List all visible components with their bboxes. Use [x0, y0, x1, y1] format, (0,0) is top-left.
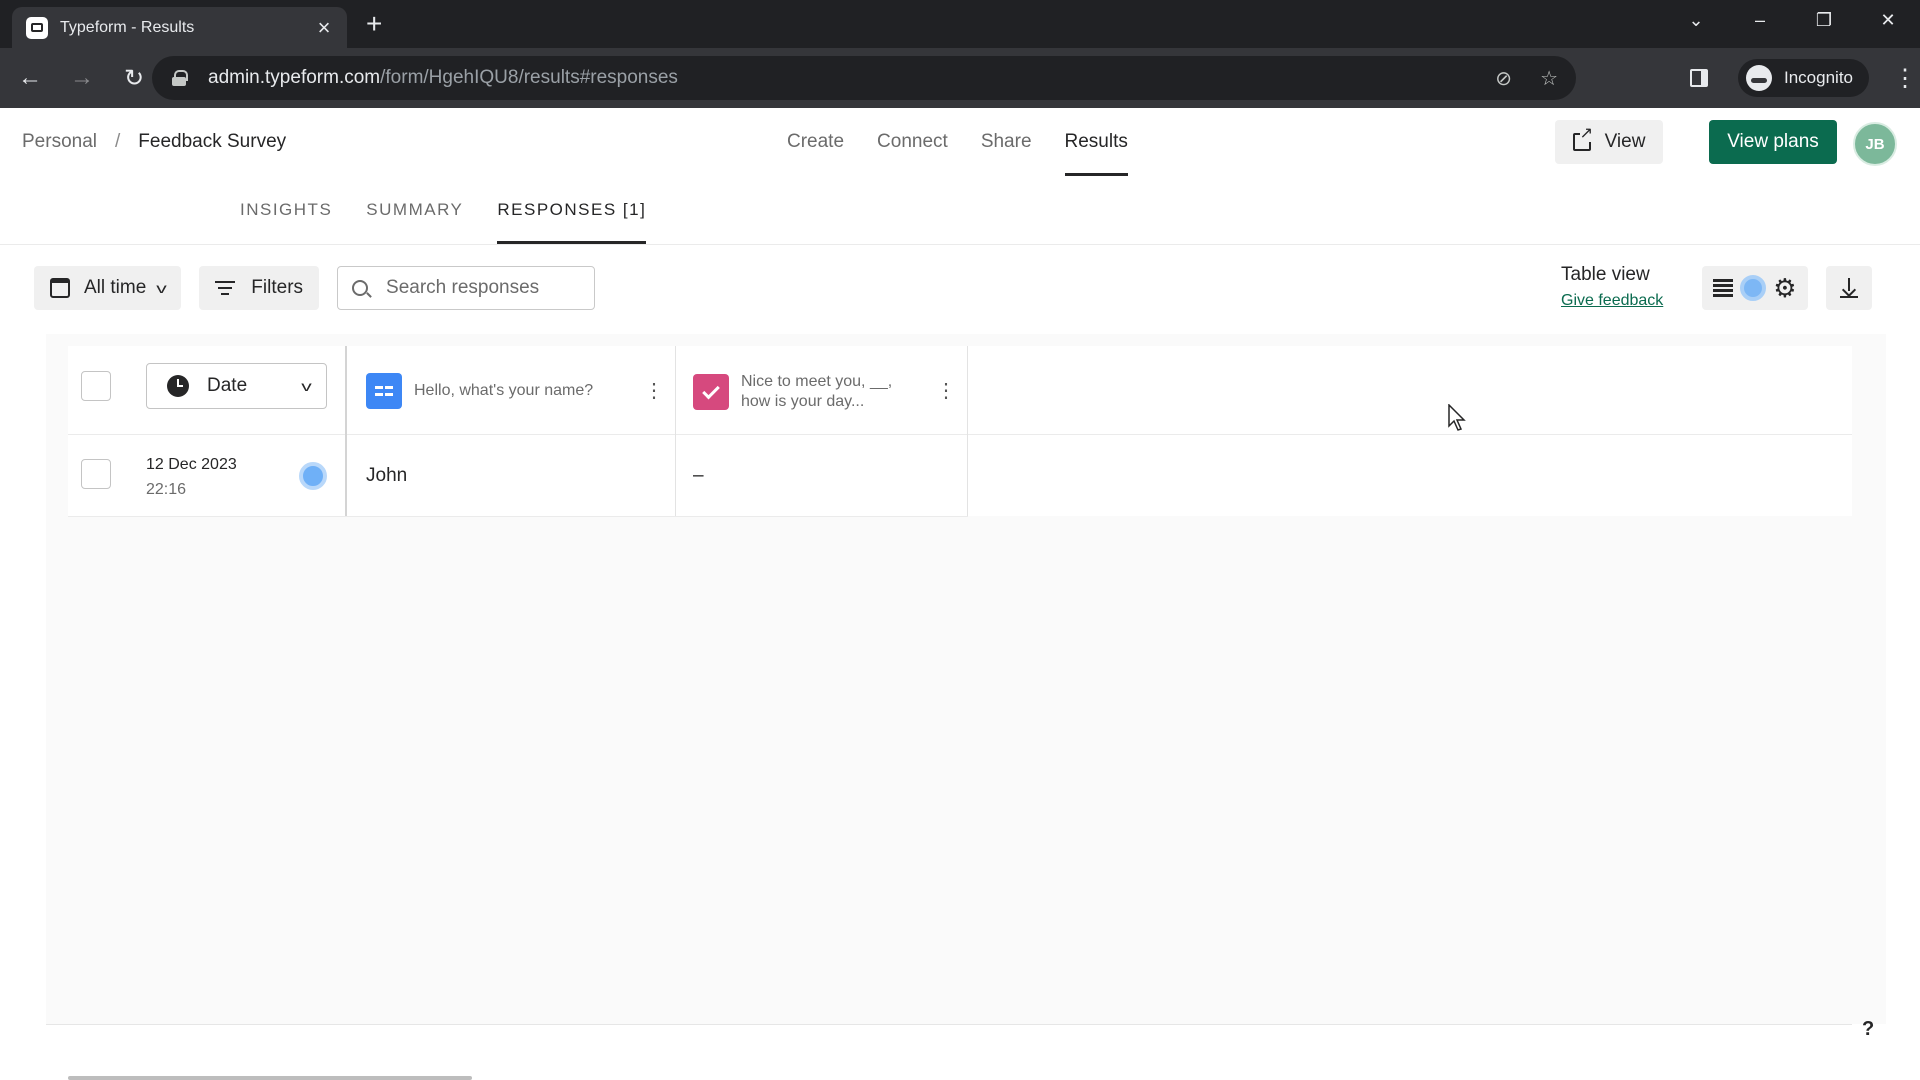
column-menu-icon[interactable]: ⋮	[936, 381, 956, 401]
view-plans-button[interactable]: View plans	[1709, 120, 1837, 164]
lock-icon[interactable]	[172, 70, 188, 86]
table-row-divider	[68, 516, 968, 517]
tab-summary[interactable]: SUMMARY	[366, 176, 463, 244]
column-menu-icon[interactable]: ⋮	[644, 381, 664, 401]
tab-title: Typeform - Results	[60, 18, 195, 36]
nav-create[interactable]: Create	[787, 108, 844, 176]
reload-icon[interactable]: ↻	[112, 56, 156, 100]
results-subtabs: INSIGHTS SUMMARY RESPONSES [1]	[240, 176, 680, 244]
breadcrumb-personal[interactable]: Personal	[22, 131, 97, 153]
external-link-icon	[1572, 126, 1593, 151]
main-nav: Create Connect Share Results	[787, 108, 1161, 176]
column-label-line2: how is your day...	[741, 393, 865, 410]
toggle-knob[interactable]	[1740, 275, 1767, 301]
short-text-icon	[366, 373, 402, 409]
response-date[interactable]: 12 Dec 2023 22:16	[146, 452, 237, 502]
app-header: Personal / Feedback Survey Create Connec…	[0, 108, 1920, 176]
url-host: admin.typeform.com	[208, 67, 381, 88]
column-header-name[interactable]: Hello, what's your name?	[366, 373, 593, 409]
view-form-label: View	[1604, 131, 1646, 152]
side-panel-icon[interactable]	[1690, 69, 1708, 87]
column-divider	[345, 346, 347, 516]
incognito-label: Incognito	[1784, 68, 1853, 87]
filter-icon	[215, 281, 236, 295]
window-controls: ⌄ – ❐ ✕	[1664, 0, 1920, 40]
search-input[interactable]	[386, 277, 587, 299]
filters-button[interactable]: Filters	[199, 266, 320, 310]
table-bottom-divider	[46, 1024, 1852, 1025]
responses-table	[68, 346, 1852, 516]
gear-icon[interactable]: ⚙	[1773, 275, 1796, 301]
download-icon	[1840, 278, 1858, 298]
cell-day[interactable]: –	[693, 465, 704, 487]
clock-icon	[167, 375, 189, 397]
row-checkbox[interactable]	[81, 459, 111, 489]
chevron-down-icon: v	[301, 378, 312, 394]
tab-responses[interactable]: RESPONSES [1]	[497, 176, 647, 244]
subtabs-divider	[0, 244, 1920, 245]
response-date-day: 12 Dec 2023	[146, 456, 237, 473]
new-tab-icon[interactable]: +	[366, 10, 382, 38]
cell-name[interactable]: John	[366, 465, 407, 487]
responses-toolbar: All time v Filters	[34, 266, 596, 310]
nav-connect[interactable]: Connect	[877, 108, 948, 176]
chevron-down-icon: v	[156, 280, 168, 296]
browser-tab-bar: Typeform - Results × + ⌄ – ❐ ✕	[0, 0, 1920, 48]
column-label-line1: Nice to meet you, __,	[741, 373, 893, 390]
table-header-divider	[68, 434, 1852, 435]
horizontal-scrollbar[interactable]	[68, 1076, 472, 1080]
breadcrumb: Personal / Feedback Survey	[22, 108, 286, 176]
browser-toolbar: ← → ↻ admin.typeform.com/form/HgehIQU8/r…	[0, 48, 1920, 108]
url-path: /form/HgehIQU8/results#responses	[380, 67, 678, 88]
table-view-info: Table view Give feedback	[1561, 264, 1663, 310]
close-window-icon[interactable]: ✕	[1856, 10, 1920, 31]
avatar[interactable]: JB	[1853, 122, 1897, 166]
column-label: Hello, what's your name?	[414, 382, 594, 399]
minimize-icon[interactable]: –	[1728, 10, 1792, 31]
typeform-favicon-icon	[26, 16, 48, 39]
calendar-icon	[50, 278, 70, 298]
column-divider	[967, 346, 968, 516]
filters-label: Filters	[251, 277, 304, 298]
tab-insights[interactable]: INSIGHTS	[240, 176, 332, 244]
checkbox-choice-icon	[693, 374, 729, 410]
view-form-button[interactable]: View	[1555, 120, 1663, 164]
give-feedback-link[interactable]: Give feedback	[1561, 292, 1663, 310]
tab-close-icon[interactable]: ×	[313, 16, 335, 39]
breadcrumb-form-title[interactable]: Feedback Survey	[138, 131, 286, 153]
breadcrumb-separator: /	[115, 131, 121, 152]
bookmark-star-icon[interactable]: ☆	[1540, 66, 1558, 91]
tracking-off-icon[interactable]: ⊘	[1495, 66, 1512, 91]
nav-results[interactable]: Results	[1064, 108, 1129, 176]
download-button[interactable]	[1826, 266, 1872, 310]
incognito-icon	[1746, 65, 1772, 91]
search-responses[interactable]	[337, 266, 596, 310]
date-column-label: Date	[207, 375, 248, 396]
tab-search-icon[interactable]: ⌄	[1664, 10, 1728, 31]
table-view-title: Table view	[1561, 264, 1650, 285]
nav-share[interactable]: Share	[981, 108, 1032, 176]
forward-icon[interactable]: →	[60, 56, 104, 100]
browser-menu-icon[interactable]: ⋮	[1893, 64, 1917, 93]
response-date-time: 22:16	[146, 481, 187, 498]
table-view-toggle[interactable]: ⚙	[1702, 266, 1808, 310]
date-range-dropdown[interactable]: All time v	[34, 266, 182, 310]
restore-icon[interactable]: ❐	[1792, 10, 1856, 31]
incognito-profile[interactable]: Incognito	[1738, 59, 1869, 97]
help-icon[interactable]: ?	[1862, 1018, 1874, 1041]
select-all-checkbox[interactable]	[81, 371, 111, 401]
column-divider	[675, 346, 676, 516]
browser-tab[interactable]: Typeform - Results ×	[12, 7, 347, 48]
column-header-day[interactable]: Nice to meet you, __, how is your day...	[693, 372, 892, 412]
date-range-label: All time	[84, 277, 147, 298]
search-icon	[352, 280, 369, 296]
list-view-icon[interactable]	[1713, 279, 1734, 297]
address-bar[interactable]: admin.typeform.com/form/HgehIQU8/results…	[152, 56, 1576, 100]
back-icon[interactable]: ←	[8, 56, 52, 100]
date-column-dropdown[interactable]: Date v	[146, 363, 327, 409]
response-status-dot	[299, 462, 327, 490]
